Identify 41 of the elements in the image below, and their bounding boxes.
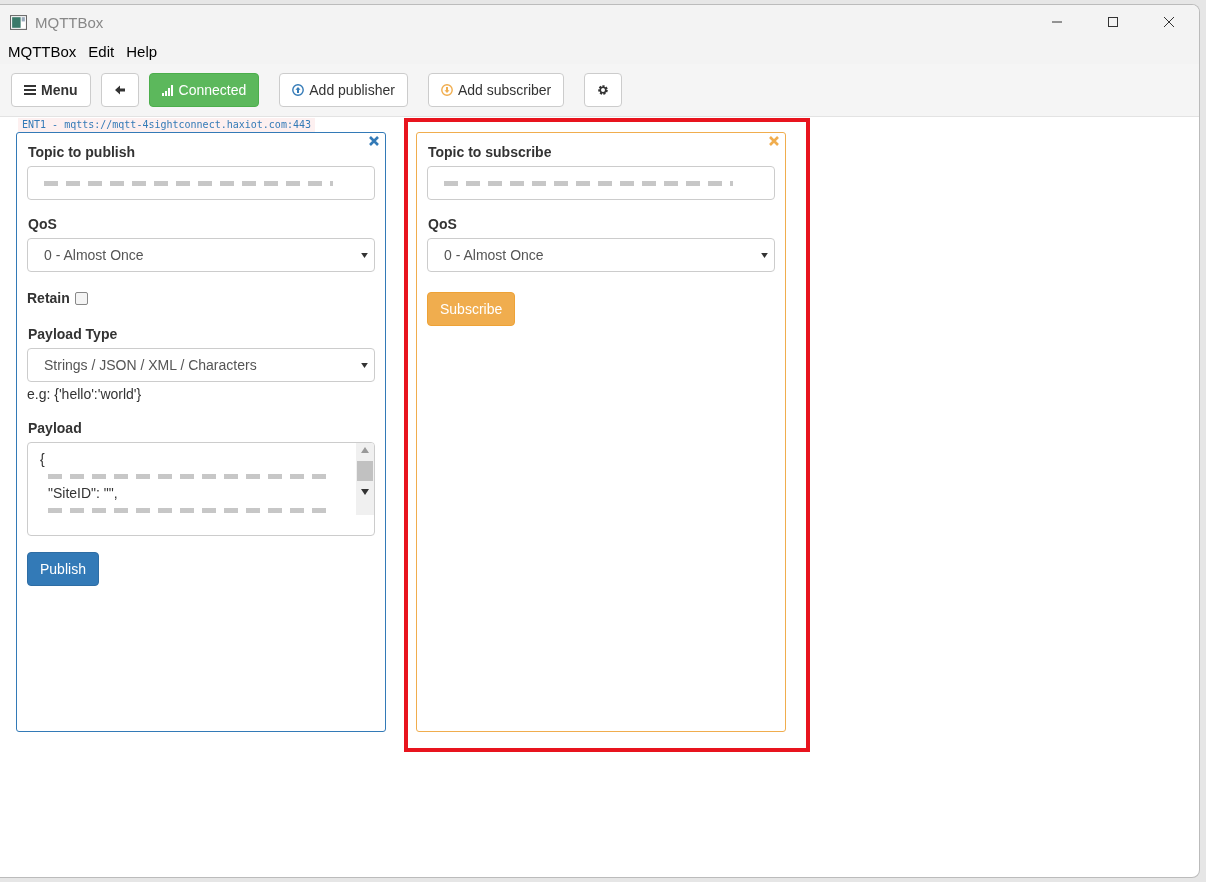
dropdown-caret-icon xyxy=(361,252,368,258)
arrow-down-circle-icon xyxy=(440,84,453,96)
menu-icon xyxy=(24,84,36,96)
field-label: QoS xyxy=(28,216,57,232)
connection-label: ENT1 - mqtts://mqtt-4sightconnect.haxiot.com:443 xyxy=(18,118,315,132)
menu-button[interactable]: Menu xyxy=(11,73,91,107)
qos-dropdown[interactable]: 0 - Almost Once xyxy=(427,238,775,272)
field-label: Topic to subscribe xyxy=(428,144,552,160)
dropdown-caret-icon xyxy=(761,252,768,258)
hint-text: e.g: {'hello':'world'} xyxy=(27,386,142,402)
close-icon[interactable] xyxy=(1163,16,1175,28)
dropdown-caret-icon xyxy=(361,362,368,368)
retain-checkbox[interactable] xyxy=(74,291,88,305)
field-label: Payload xyxy=(28,420,82,436)
window-title: MQTTBox xyxy=(35,13,104,31)
field-label: Retain xyxy=(27,290,70,306)
field-label: QoS xyxy=(428,216,457,232)
topic-input-field[interactable] xyxy=(27,166,375,200)
settings-icon xyxy=(597,84,610,96)
signal-bars-icon xyxy=(161,84,174,96)
scroll-down-icon[interactable] xyxy=(361,489,369,495)
menu-item[interactable]: Help xyxy=(126,43,158,60)
publish-button[interactable]: Publish xyxy=(27,552,99,586)
scroll-up-icon[interactable] xyxy=(361,447,369,453)
arrow-up-circle-icon xyxy=(292,84,305,96)
app-icon xyxy=(10,14,27,30)
qos-dropdown[interactable]: 0 - Almost Once xyxy=(27,238,375,272)
payload-type-dropdown[interactable]: Strings / JSON / XML / Characters xyxy=(27,348,375,382)
add-publisher-button[interactable]: Add publisher xyxy=(279,73,408,107)
settings-button[interactable] xyxy=(584,73,623,107)
add-subscriber-button[interactable]: Add subscriber xyxy=(427,73,565,107)
topic-input-field[interactable] xyxy=(427,166,775,200)
field-label: Topic to publish xyxy=(28,144,136,160)
menu-item[interactable]: Edit xyxy=(88,43,115,60)
back-button[interactable] xyxy=(100,73,139,107)
payload-text-area[interactable]: { "SiteID": "", xyxy=(27,442,375,536)
field-label: Payload Type xyxy=(28,326,118,342)
arrow-left-icon xyxy=(113,84,126,96)
scrollbar[interactable] xyxy=(356,443,374,515)
menu-item[interactable]: MQTTBox xyxy=(8,43,77,60)
maximize-icon[interactable] xyxy=(1107,16,1119,28)
